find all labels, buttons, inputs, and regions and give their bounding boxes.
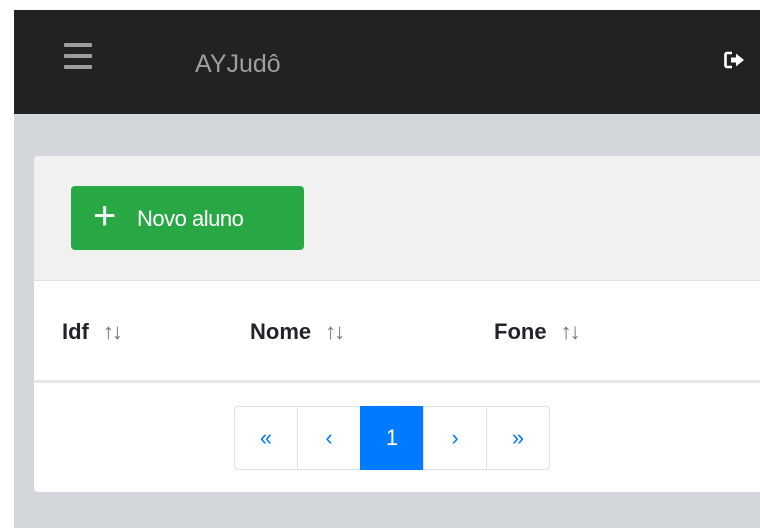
table-header-row: Idf ↑↓ Nome ↑↓ Fone ↑↓ <box>34 281 760 383</box>
page-1-button[interactable]: 1 <box>360 406 424 470</box>
card-header: + Novo aluno <box>34 156 760 281</box>
sort-icon: ↑↓ <box>102 319 123 344</box>
pagination: « ‹ 1 › » <box>234 406 554 470</box>
sort-icon: ↑↓ <box>325 319 345 344</box>
column-header-idf[interactable]: Idf ↑↓ <box>62 317 123 347</box>
plus-icon: + <box>93 194 117 238</box>
hamburger-menu-icon[interactable] <box>64 43 92 69</box>
next-page-button[interactable]: › <box>423 406 487 470</box>
last-page-button[interactable]: » <box>486 406 550 470</box>
first-page-button[interactable]: « <box>234 406 298 470</box>
add-student-button[interactable]: + Novo aluno <box>71 186 304 250</box>
navbar: AYJudô <box>14 10 760 114</box>
add-student-label: Novo aluno <box>137 206 244 231</box>
column-header-nome[interactable]: Nome ↑↓ <box>250 317 345 347</box>
sign-out-icon[interactable] <box>724 50 746 70</box>
column-header-fone[interactable]: Fone ↑↓ <box>494 317 581 347</box>
students-card: + Novo aluno Idf ↑↓ Nome ↑↓ Fone ↑↓ « ‹ 1 ›… <box>34 156 760 492</box>
sort-icon: ↑↓ <box>560 319 581 344</box>
prev-page-button[interactable]: ‹ <box>297 406 361 470</box>
brand-title: AYJudô <box>195 50 281 78</box>
app-frame: AYJudô + Novo aluno Idf ↑↓ Nome ↑↓ Fone ↑↓ <box>14 10 760 528</box>
